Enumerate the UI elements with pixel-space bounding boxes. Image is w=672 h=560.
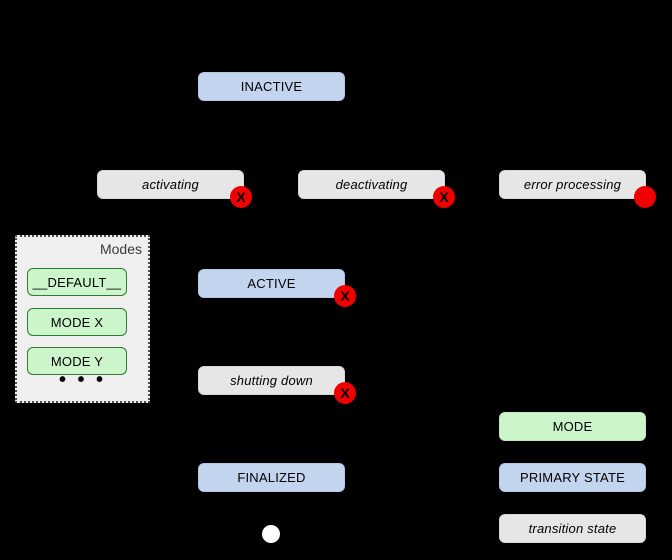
transition-deactivating-label: deactivating: [335, 177, 408, 192]
legend-item-mode: MODE: [499, 412, 646, 441]
transition-shutting-down[interactable]: shutting down: [198, 366, 345, 395]
error-badge-active-label: X: [340, 288, 350, 304]
state-inactive[interactable]: INACTIVE: [198, 72, 345, 101]
legend-item-primary-state: PRIMARY STATE: [499, 463, 646, 492]
final-state-dot: [262, 525, 280, 543]
error-badge-active[interactable]: X: [334, 285, 356, 307]
modes-panel-title: Modes: [99, 241, 142, 257]
legend-item-transition-state-label: transition state: [528, 521, 617, 536]
legend-item-primary-state-label: PRIMARY STATE: [520, 470, 625, 485]
state-finalized[interactable]: FINALIZED: [198, 463, 345, 492]
error-badge-error-processing[interactable]: [634, 186, 656, 208]
error-badge-activating-label: X: [236, 189, 246, 205]
error-badge-deactivating[interactable]: X: [433, 186, 455, 208]
transition-shutting-down-label: shutting down: [230, 373, 313, 388]
legend-item-transition-state: transition state: [499, 514, 646, 543]
mode-default[interactable]: __DEFAULT__: [27, 268, 127, 296]
transition-activating[interactable]: activating: [97, 170, 244, 199]
mode-default-label: __DEFAULT__: [32, 274, 122, 290]
state-inactive-label: INACTIVE: [240, 79, 303, 94]
error-badge-shutting-down-label: X: [340, 385, 350, 401]
state-active[interactable]: ACTIVE: [198, 269, 345, 298]
error-badge-deactivating-label: X: [439, 189, 449, 205]
transition-error-processing[interactable]: error processing: [499, 170, 646, 199]
mode-x[interactable]: MODE X: [27, 308, 127, 336]
state-finalized-label: FINALIZED: [237, 470, 306, 485]
mode-y[interactable]: MODE Y: [27, 347, 127, 375]
mode-x-label: MODE X: [50, 314, 104, 330]
legend-item-mode-label: MODE: [552, 419, 593, 434]
state-active-label: ACTIVE: [247, 276, 296, 291]
state-machine-diagram: INACTIVE ACTIVE X FINALIZED activating X…: [0, 0, 672, 560]
transition-activating-label: activating: [142, 177, 199, 192]
transition-deactivating[interactable]: deactivating: [298, 170, 445, 199]
error-badge-activating[interactable]: X: [230, 186, 252, 208]
transition-error-processing-label: error processing: [523, 177, 622, 192]
mode-y-label: MODE Y: [50, 353, 104, 369]
error-badge-shutting-down[interactable]: X: [334, 382, 356, 404]
